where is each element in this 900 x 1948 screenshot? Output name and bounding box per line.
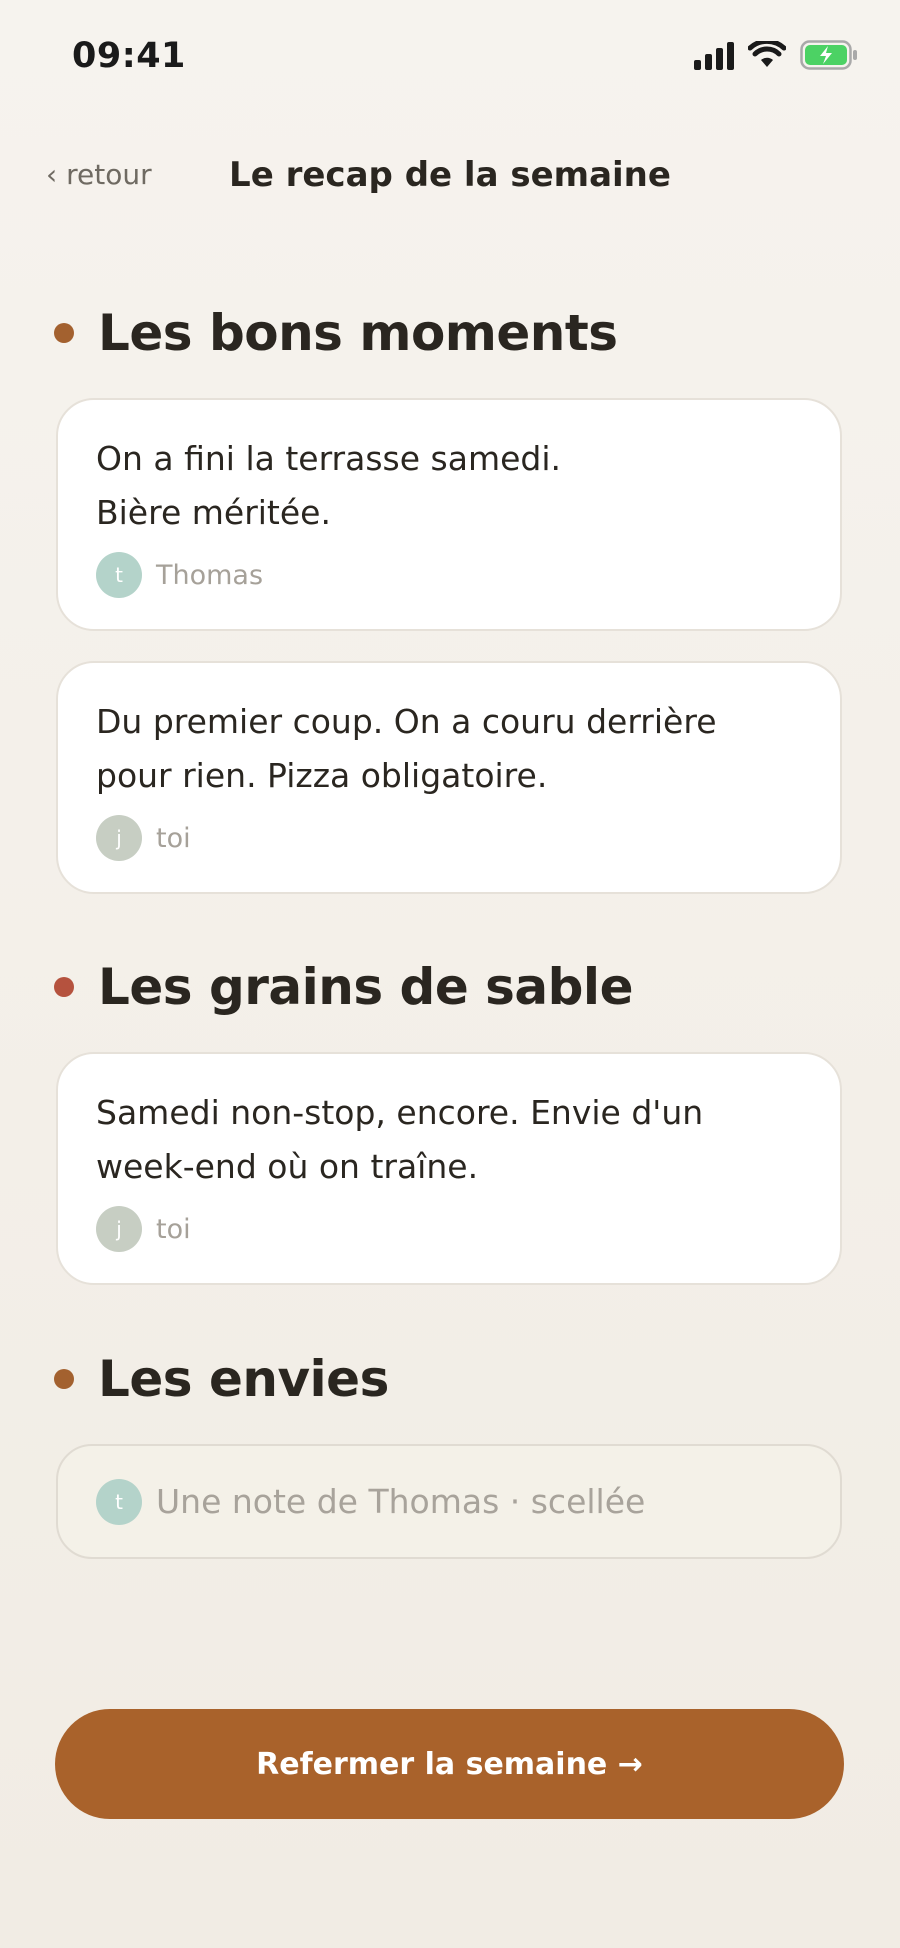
note-text: Du premier coup. On a couru derrière pou…	[96, 702, 717, 795]
note-author: j toi	[96, 815, 802, 861]
section-dot-icon	[54, 323, 74, 343]
sealed-note-card[interactable]: t Une note de Thomas · scellée	[56, 1444, 842, 1559]
section-title: Les bons moments	[98, 304, 618, 362]
status-bar: 09:41	[0, 0, 900, 110]
nav-bar: ‹ retour Le recap de la semaine	[0, 150, 900, 210]
avatar: j	[96, 815, 142, 861]
note-author: j toi	[96, 1206, 802, 1252]
battery-charging-icon	[800, 40, 857, 70]
wifi-icon	[748, 41, 786, 67]
page-title: Le recap de la semaine	[229, 155, 671, 195]
author-name: Thomas	[156, 559, 264, 591]
section-header-envies: Les envies	[54, 1350, 389, 1408]
status-icons	[694, 40, 858, 70]
note-card[interactable]: Samedi non-stop, encore. Envie d'un week…	[56, 1052, 842, 1285]
avatar: t	[96, 552, 142, 598]
note-text: On a fini la terrasse samedi. Bière méri…	[96, 439, 561, 532]
note-text: Samedi non-stop, encore. Envie d'un week…	[96, 1093, 704, 1186]
cellular-signal-icon	[694, 40, 734, 70]
avatar: j	[96, 1206, 142, 1252]
avatar: t	[96, 1478, 142, 1525]
note-card[interactable]: On a fini la terrasse samedi. Bière méri…	[56, 398, 842, 631]
status-time: 09:41	[72, 36, 186, 76]
section-title: Les envies	[98, 1350, 389, 1408]
note-author: t Thomas	[96, 552, 802, 598]
section-dot-icon	[54, 977, 74, 997]
author-name: toi	[156, 1213, 191, 1245]
sealed-note-text: Une note de Thomas · scellée	[156, 1482, 646, 1521]
section-dot-icon	[54, 1369, 74, 1389]
author-name: toi	[156, 822, 191, 854]
section-header-grains-de-sable: Les grains de sable	[54, 958, 633, 1016]
section-header-bons-moments: Les bons moments	[54, 304, 618, 362]
close-week-button[interactable]: Refermer la semaine →	[55, 1709, 844, 1819]
section-title: Les grains de sable	[98, 958, 633, 1016]
note-card[interactable]: Du premier coup. On a couru derrière pou…	[56, 661, 842, 894]
